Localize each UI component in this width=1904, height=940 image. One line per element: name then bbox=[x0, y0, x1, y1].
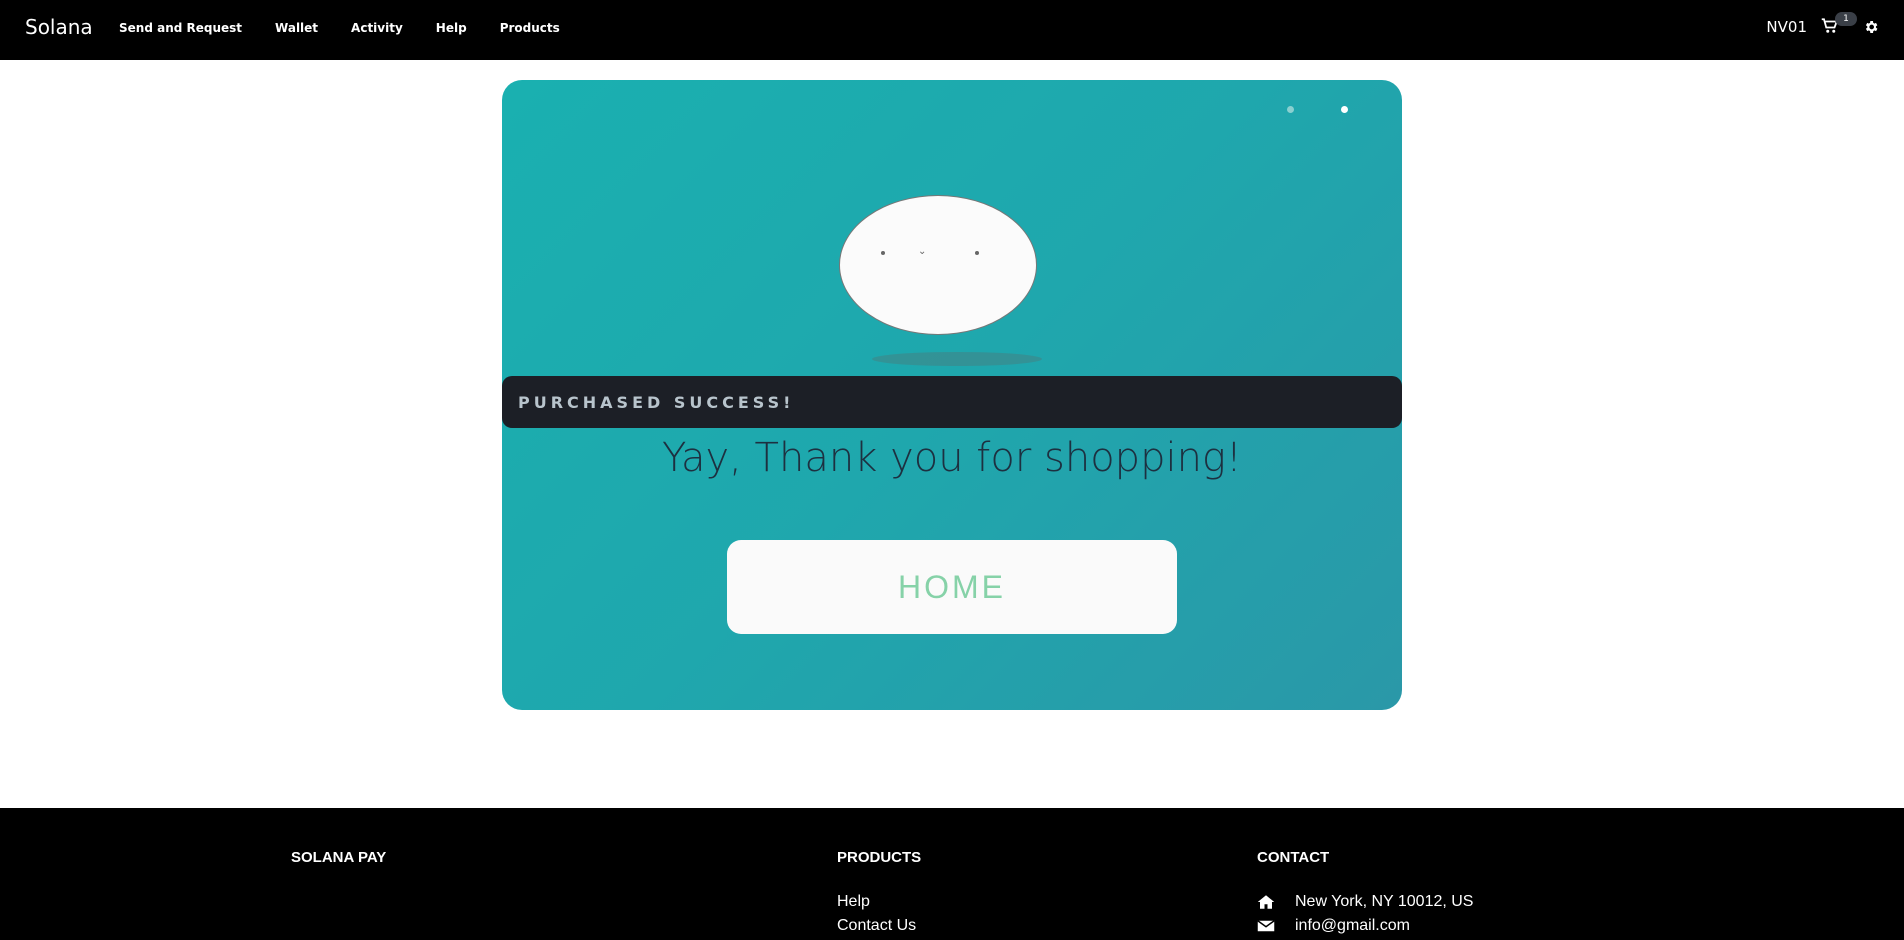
footer-link-contact-us[interactable]: Contact Us bbox=[837, 917, 916, 935]
nav-right: NV01 1 bbox=[1766, 12, 1879, 37]
nav-link-products[interactable]: Products bbox=[500, 21, 560, 35]
user-name[interactable]: NV01 bbox=[1766, 18, 1807, 36]
footer-address: New York, NY 10012, US bbox=[1257, 893, 1473, 911]
footer-products-title: PRODUCTS bbox=[837, 849, 922, 866]
brand-logo[interactable]: Solana bbox=[25, 15, 93, 39]
indicator-dot bbox=[1287, 106, 1294, 113]
footer-email-text[interactable]: info@gmail.com bbox=[1295, 917, 1410, 935]
success-banner-text: PURCHASED SUCCESS! bbox=[518, 393, 795, 412]
indicator-dot-active bbox=[1341, 106, 1348, 113]
face-mouth: ⌄ bbox=[918, 246, 927, 257]
nav-link-activity[interactable]: Activity bbox=[351, 21, 403, 35]
cart-button[interactable]: 1 bbox=[1821, 12, 1857, 37]
nav-links: Send and Request Wallet Activity Help Pr… bbox=[119, 21, 593, 35]
footer-address-text: New York, NY 10012, US bbox=[1295, 893, 1474, 910]
footer-brand-title: SOLANA PAY bbox=[291, 849, 387, 866]
home-button[interactable]: HOME bbox=[727, 540, 1177, 634]
top-navbar: Solana Send and Request Wallet Activity … bbox=[0, 0, 1904, 60]
envelope-icon bbox=[1257, 920, 1275, 932]
nav-link-help[interactable]: Help bbox=[436, 21, 467, 35]
footer: SOLANA PAY PRODUCTS Help Contact Us CONT… bbox=[0, 808, 1904, 940]
gear-icon[interactable] bbox=[1863, 19, 1879, 35]
success-card: ⌄ PURCHASED SUCCESS! Yay, Thank you for … bbox=[502, 80, 1402, 710]
thank-you-message: Yay, Thank you for shopping! bbox=[662, 435, 1242, 481]
nav-link-wallet[interactable]: Wallet bbox=[275, 21, 318, 35]
footer-link-help[interactable]: Help bbox=[837, 893, 870, 911]
cart-count-badge: 1 bbox=[1835, 12, 1857, 26]
home-icon bbox=[1257, 895, 1275, 909]
nav-link-send-request[interactable]: Send and Request bbox=[119, 21, 242, 35]
face-shadow bbox=[872, 352, 1042, 366]
footer-contact-title: CONTACT bbox=[1257, 849, 1330, 866]
success-banner: PURCHASED SUCCESS! bbox=[502, 376, 1402, 428]
face-eye-left bbox=[881, 251, 885, 255]
happy-face-illustration: ⌄ bbox=[839, 195, 1037, 335]
footer-email: info@gmail.com bbox=[1257, 917, 1410, 935]
face-eye-right bbox=[975, 251, 979, 255]
